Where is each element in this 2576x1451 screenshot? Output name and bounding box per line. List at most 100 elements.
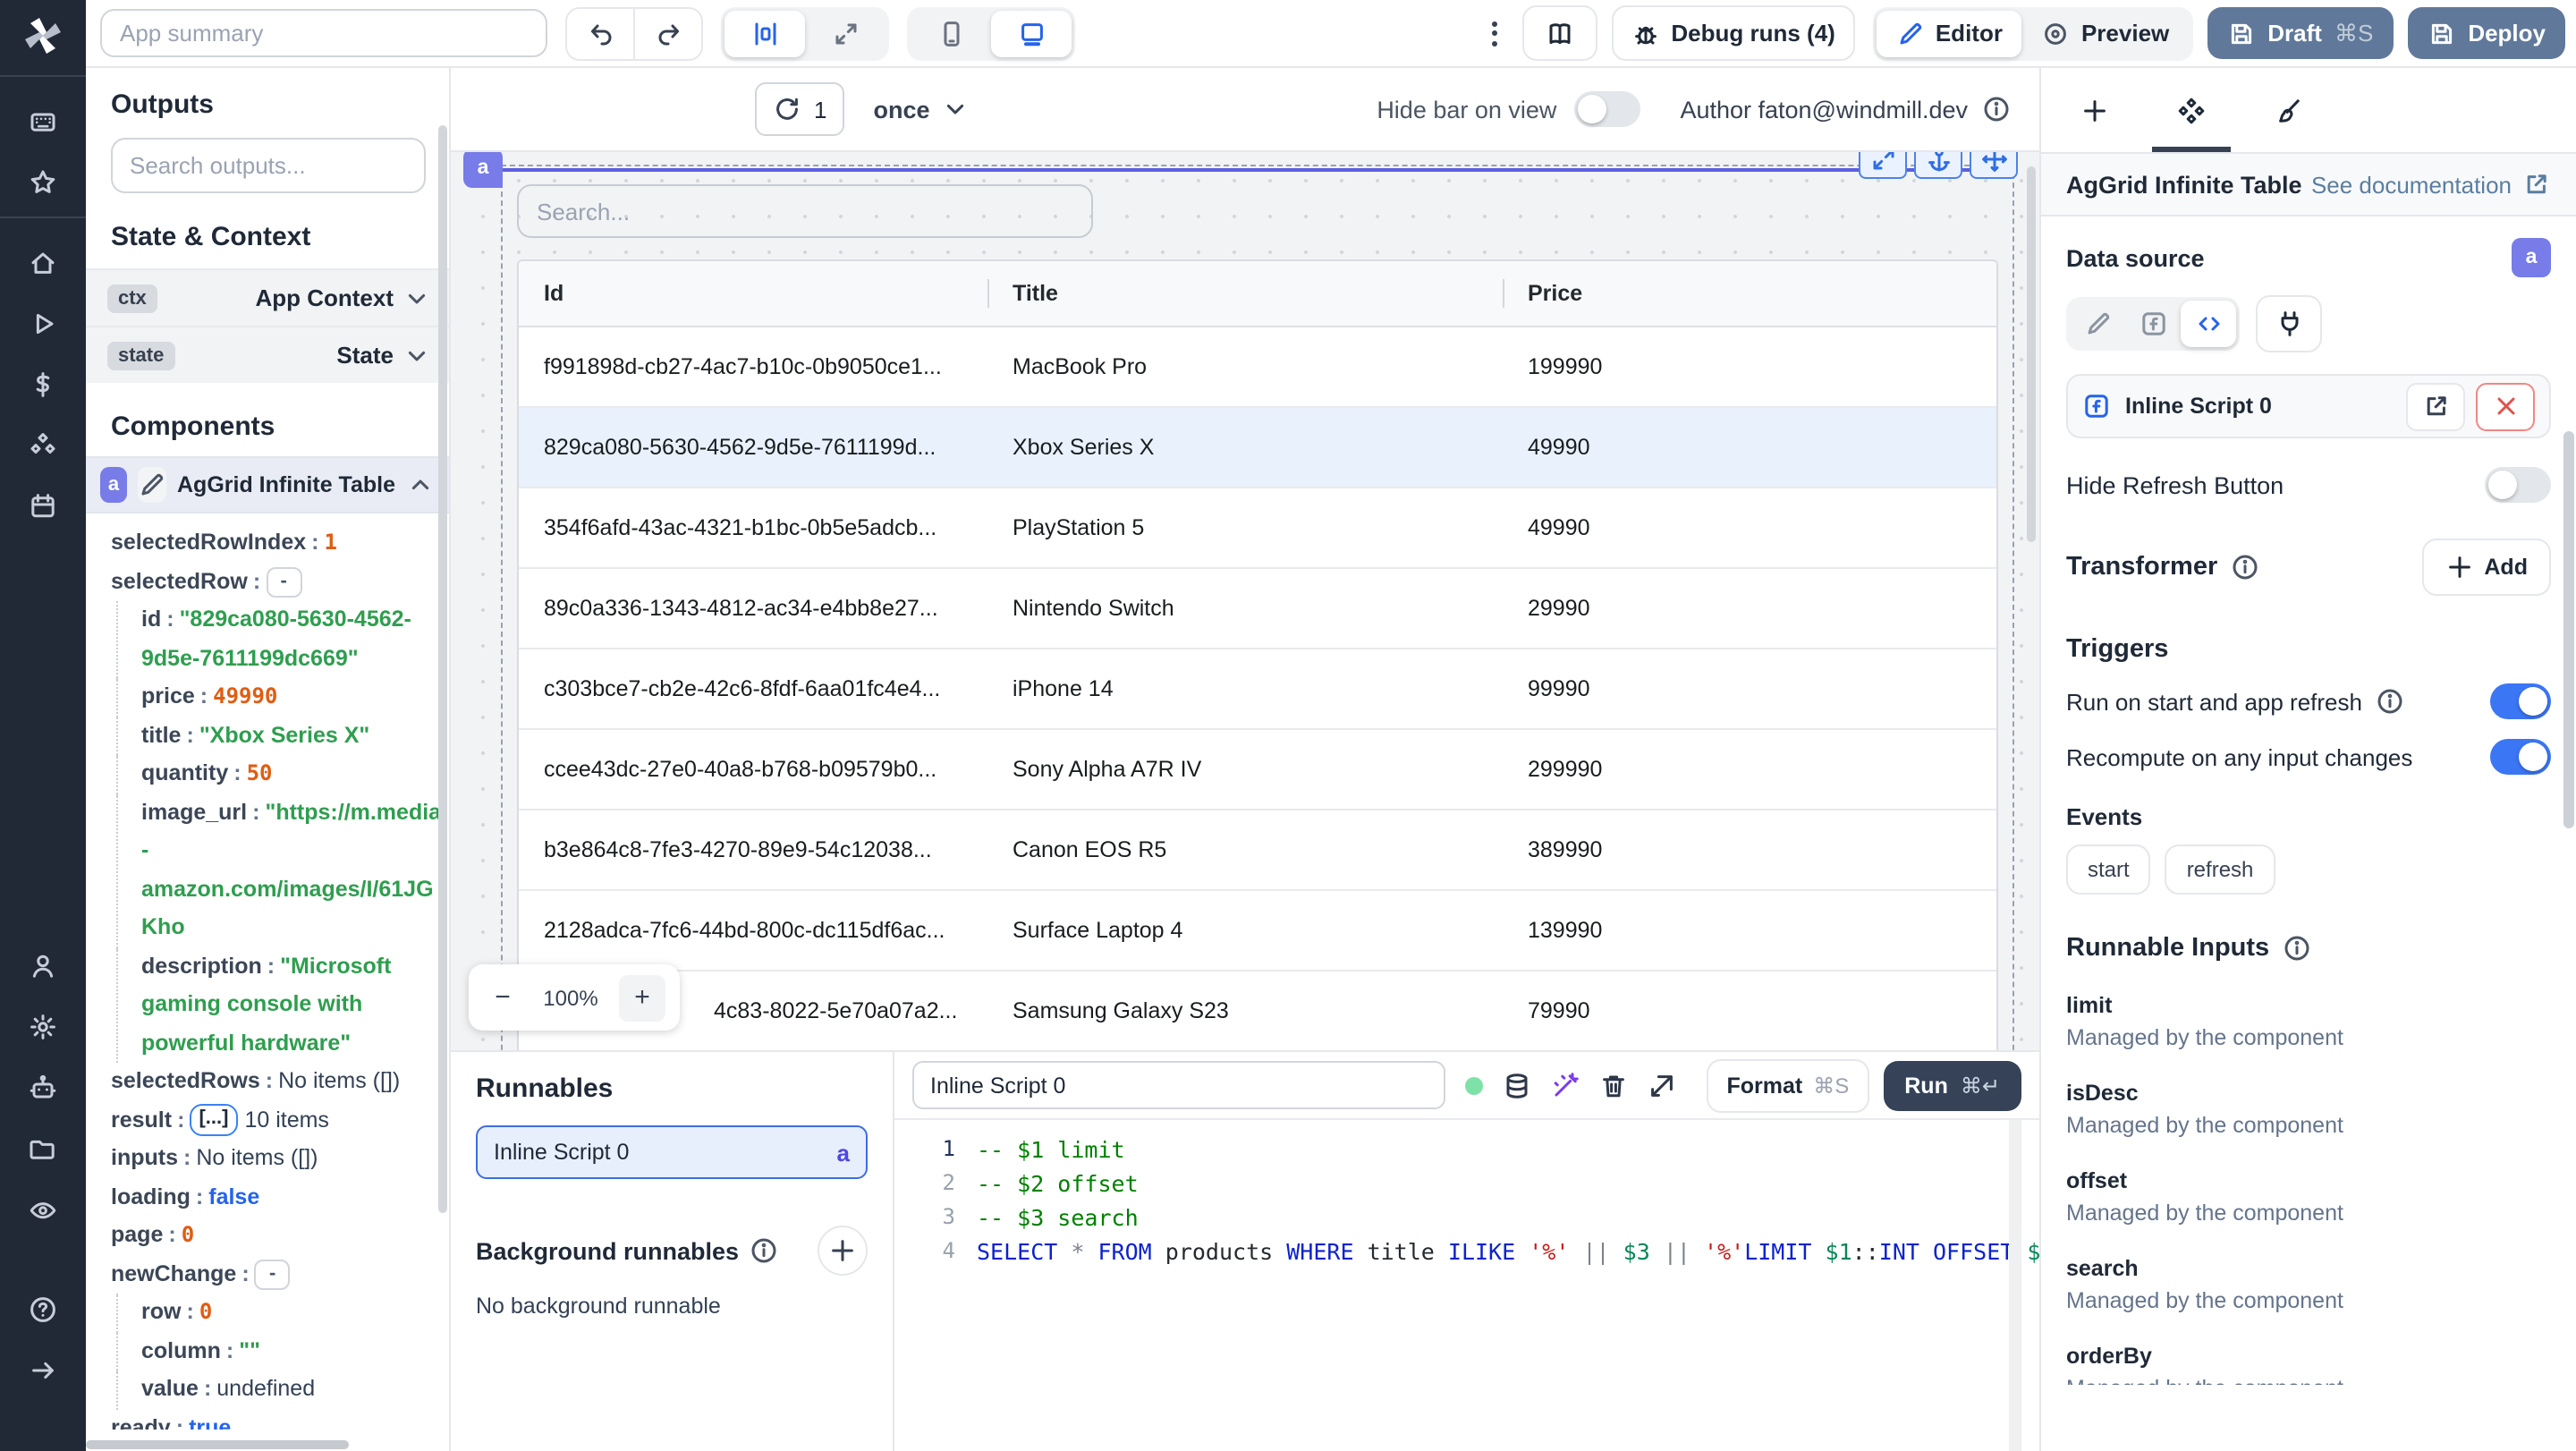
- refresh-mode-dropdown[interactable]: once: [873, 95, 969, 123]
- resources-icon[interactable]: [0, 415, 86, 476]
- code-editor-scrollbar[interactable]: [2009, 1120, 2021, 1451]
- event-pill-refresh[interactable]: refresh: [2165, 844, 2275, 895]
- static-mode-button[interactable]: [2070, 301, 2125, 347]
- deploy-button[interactable]: Deploy: [2407, 7, 2565, 59]
- table-row[interactable]: 4c83-8022-5e70a07a2... Samsung Galaxy S23…: [519, 972, 1996, 1050]
- delete-script-icon[interactable]: [1599, 1071, 1628, 1099]
- see-documentation-link[interactable]: See documentation: [2311, 170, 2551, 199]
- table-row[interactable]: c303bce7-cb2e-42c6-8fdf-6aa01fc4e4... iPh…: [519, 649, 1996, 730]
- centered-layout-button[interactable]: [724, 10, 805, 56]
- chevron-up-icon[interactable]: [406, 471, 435, 499]
- desktop-view-button[interactable]: [991, 10, 1072, 56]
- table-row[interactable]: 2128adca-7fc6-44bd-800c-dc115df6ac... Sur…: [519, 891, 1996, 972]
- windmill-logo-icon[interactable]: [0, 0, 86, 72]
- settings-panel-scrollbar[interactable]: [2563, 431, 2574, 828]
- hide-bar-toggle[interactable]: [1574, 91, 1641, 127]
- full-width-button[interactable]: [805, 10, 886, 56]
- collapse-toggle[interactable]: -: [266, 566, 302, 598]
- audit-logs-icon[interactable]: [0, 1179, 86, 1240]
- schedules-icon[interactable]: [0, 476, 86, 537]
- info-icon[interactable]: [2282, 934, 2310, 963]
- variables-icon[interactable]: [0, 354, 86, 415]
- home-icon[interactable]: [0, 233, 86, 293]
- redo-button[interactable]: [633, 8, 701, 58]
- debug-runs-button[interactable]: Debug runs (4): [1612, 5, 1855, 61]
- script-name-input[interactable]: [912, 1061, 1445, 1109]
- undo-button[interactable]: [567, 8, 633, 58]
- help-icon[interactable]: [0, 1279, 86, 1340]
- expand-result-button[interactable]: [...]: [190, 1104, 238, 1137]
- mobile-view-button[interactable]: [911, 10, 991, 56]
- editor-tab[interactable]: Editor: [1876, 10, 2022, 56]
- collapse-toggle[interactable]: -: [254, 1259, 291, 1290]
- code-editor[interactable]: 1 -- $1 limit 2 -- $2 offset 3 -- $3 search 4 S…: [894, 1120, 2039, 1451]
- refresh-count-button[interactable]: 1: [755, 82, 845, 136]
- template-mode-button[interactable]: [2125, 301, 2181, 347]
- draft-button[interactable]: Draft ⌘S: [2207, 7, 2394, 59]
- workers-icon[interactable]: [0, 1057, 86, 1118]
- add-background-runnable-button[interactable]: [818, 1226, 868, 1276]
- app-summary-input[interactable]: [100, 9, 547, 57]
- folders-icon[interactable]: [0, 1118, 86, 1179]
- tab-styling[interactable]: [2274, 68, 2302, 152]
- info-icon[interactable]: [2375, 687, 2403, 716]
- runs-icon[interactable]: [0, 293, 86, 354]
- settings-icon[interactable]: [0, 997, 86, 1057]
- chevron-down-icon[interactable]: [402, 341, 431, 369]
- hide-refresh-toggle[interactable]: [2485, 467, 2551, 503]
- info-icon[interactable]: [1982, 95, 2011, 123]
- database-icon[interactable]: [1503, 1071, 1531, 1099]
- table-row[interactable]: 354f6afd-43ac-4321-b1bc-0b5e5adcb... Play…: [519, 488, 1996, 569]
- table-row[interactable]: 829ca080-5630-4562-9d5e-7611199d... Xbox …: [519, 408, 1996, 488]
- info-icon[interactable]: [750, 1236, 778, 1265]
- column-header[interactable]: Title: [987, 261, 1503, 326]
- rename-component-button[interactable]: [138, 467, 166, 503]
- add-transformer-button[interactable]: Add: [2421, 539, 2551, 596]
- zoom-out-button[interactable]: −: [483, 978, 522, 1017]
- aggrid-component[interactable]: a IdTitlePrice f991898d-cb27-4ac7-b10c-0…: [463, 152, 2014, 1050]
- ai-wand-icon[interactable]: [1551, 1071, 1580, 1099]
- collapse-icon[interactable]: [0, 1340, 86, 1401]
- info-icon[interactable]: [2230, 553, 2258, 581]
- tab-insert[interactable]: [2080, 68, 2109, 152]
- expand-editor-icon[interactable]: [1648, 1071, 1676, 1099]
- delete-script-button[interactable]: [2476, 382, 2535, 430]
- runnable-item[interactable]: Inline Script 0 a: [476, 1125, 868, 1179]
- column-header[interactable]: Id: [519, 261, 987, 326]
- recompute-toggle[interactable]: [2490, 739, 2551, 775]
- open-script-button[interactable]: [2406, 382, 2465, 430]
- move-component-button[interactable]: [1970, 152, 2018, 179]
- user-icon[interactable]: [0, 936, 86, 997]
- favorites-icon[interactable]: [0, 152, 86, 213]
- chevron-down-icon[interactable]: [402, 284, 431, 312]
- docs-button[interactable]: [1522, 5, 1598, 61]
- code-mode-button[interactable]: [2181, 301, 2236, 347]
- preview-tab[interactable]: Preview: [2022, 10, 2189, 56]
- apps-icon[interactable]: [0, 91, 86, 152]
- table-row[interactable]: ccee43dc-27e0-40a8-b768-b09579b0... Sony …: [519, 730, 1996, 810]
- outputs-panel-hscrollbar[interactable]: [86, 1440, 349, 1449]
- table-row[interactable]: 89c0a336-1343-4812-ac34-e4bb8e27... Ninte…: [519, 569, 1996, 649]
- anchor-component-button[interactable]: [1914, 152, 1962, 179]
- app-canvas[interactable]: a IdTitlePrice f991898d-cb27-4ac7-b10c-0…: [451, 152, 2039, 1050]
- state-row[interactable]: state State: [86, 326, 449, 383]
- ctx-row[interactable]: ctx App Context: [86, 268, 449, 326]
- more-menu-button[interactable]: [1481, 21, 1508, 46]
- table-row[interactable]: f991898d-cb27-4ac7-b10c-0b9050ce1... MacB…: [519, 327, 1996, 408]
- run-on-start-toggle[interactable]: [2490, 683, 2551, 719]
- zoom-in-button[interactable]: +: [618, 974, 665, 1021]
- format-button[interactable]: Format ⌘S: [1707, 1058, 1869, 1112]
- table-row[interactable]: b3e864c8-7fe3-4270-89e9-54c12038... Canon…: [519, 810, 1996, 891]
- run-button[interactable]: Run ⌘↵: [1883, 1060, 2021, 1110]
- tab-component-settings[interactable]: [2152, 68, 2231, 152]
- column-header[interactable]: Price: [1503, 261, 1996, 326]
- table-search-input[interactable]: [517, 184, 1093, 238]
- expand-component-button[interactable]: [1859, 152, 1907, 179]
- outputs-panel-scrollbar[interactable]: [438, 125, 447, 1213]
- connect-mode-button[interactable]: [2256, 295, 2322, 352]
- inline-script-row[interactable]: Inline Script 0: [2066, 374, 2551, 438]
- component-outputs-header[interactable]: a AgGrid Infinite Table: [86, 456, 449, 513]
- search-outputs-input[interactable]: [110, 138, 425, 193]
- canvas-scrollbar[interactable]: [2027, 166, 2036, 542]
- event-pill-start[interactable]: start: [2066, 844, 2151, 895]
